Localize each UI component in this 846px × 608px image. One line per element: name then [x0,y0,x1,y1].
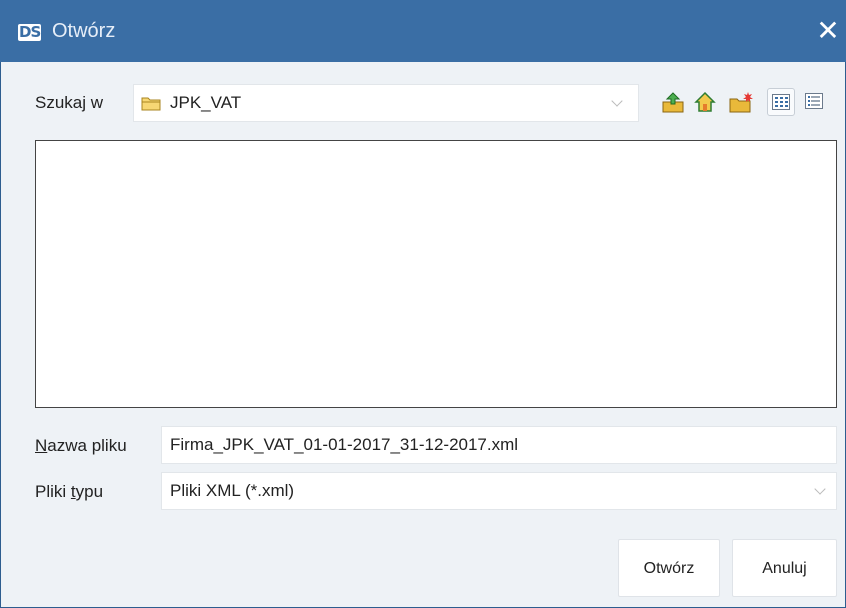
home-icon [694,91,716,112]
open-file-dialog: DS Otwórz ✕ Szukaj w JPK_VAT Nazwa pliku… [0,0,846,608]
file-name-label: Nazwa pliku [35,436,127,455]
list-view-button[interactable] [767,88,795,116]
file-type-label: Pliki typu [35,482,104,501]
list-view-icon [772,94,790,110]
up-one-level-button[interactable] [659,88,687,116]
cancel-button[interactable]: Anuluj [732,539,837,597]
title-bar[interactable]: DS Otwórz ✕ [0,0,846,62]
look-in-value: JPK_VAT [170,93,242,112]
details-view-icon [805,93,823,109]
new-folder-icon [729,92,753,113]
chevron-down-icon[interactable] [814,485,828,499]
close-icon[interactable]: ✕ [814,16,842,46]
file-type-value: Pliki XML (*.xml) [170,481,295,500]
up-one-level-icon [662,92,684,113]
file-list[interactable] [35,140,837,408]
look-in-label: Szukaj w [35,93,104,112]
details-view-button[interactable] [801,88,829,116]
file-type-combobox[interactable]: Pliki XML (*.xml) [161,472,837,510]
window-title: Otwórz [52,20,116,42]
new-folder-button[interactable] [727,88,755,116]
app-logo: DS [18,23,41,41]
chevron-down-icon[interactable] [611,97,625,111]
look-in-combobox[interactable]: JPK_VAT [133,84,639,122]
home-button[interactable] [691,88,719,116]
file-name-input[interactable]: Firma_JPK_VAT_01-01-2017_31-12-2017.xml [161,426,837,464]
open-button[interactable]: Otwórz [618,539,720,597]
folder-icon [141,97,161,111]
